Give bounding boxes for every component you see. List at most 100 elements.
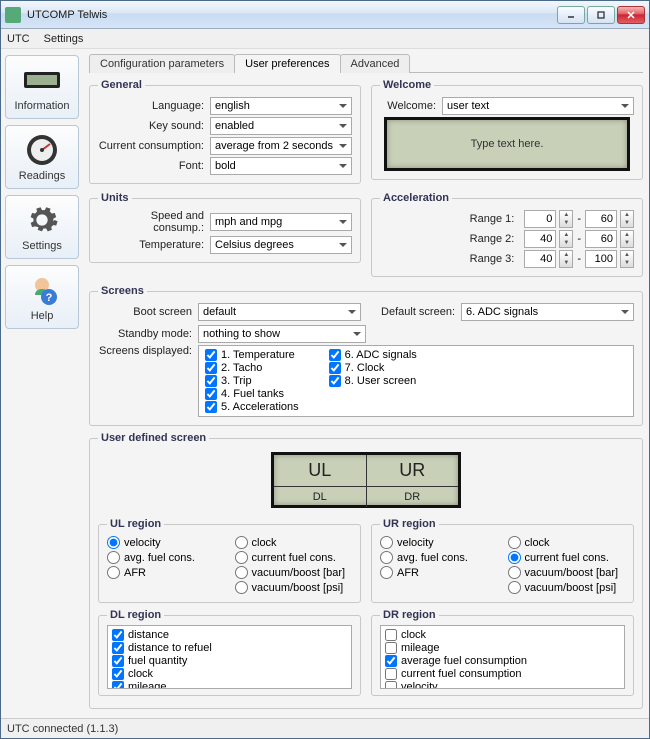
checkbox[interactable] [385, 655, 397, 667]
tab-config[interactable]: Configuration parameters [89, 54, 235, 73]
checkbox[interactable] [112, 642, 124, 654]
radio-option[interactable]: vacuum/boost [psi] [235, 581, 353, 594]
screen-display-item[interactable]: 3. Trip [205, 375, 299, 387]
checkbox[interactable] [385, 642, 397, 654]
range1-from[interactable]: ▲▼ [524, 210, 573, 228]
radio-option[interactable]: avg. fuel cons. [380, 551, 498, 564]
spinner-icon[interactable]: ▲▼ [559, 230, 573, 248]
radio-option[interactable]: velocity [380, 536, 498, 549]
temp-select[interactable]: Celsius degrees [210, 236, 352, 254]
radio[interactable] [235, 581, 248, 594]
checkbox[interactable] [205, 362, 217, 374]
radio[interactable] [380, 536, 393, 549]
screen-display-item[interactable]: 1. Temperature [205, 349, 299, 361]
spinner-icon[interactable]: ▲▼ [620, 230, 634, 248]
radio[interactable] [380, 551, 393, 564]
speed-select[interactable]: mph and mpg [210, 213, 352, 231]
radio[interactable] [107, 566, 120, 579]
radio[interactable] [107, 551, 120, 564]
list-item[interactable]: distance [112, 629, 347, 641]
spinner-icon[interactable]: ▲▼ [559, 250, 573, 268]
radio[interactable] [508, 566, 521, 579]
range3-to[interactable]: ▲▼ [585, 250, 634, 268]
spinner-icon[interactable]: ▲▼ [620, 210, 634, 228]
tab-userpref[interactable]: User preferences [234, 54, 340, 73]
radio[interactable] [235, 566, 248, 579]
radio[interactable] [107, 536, 120, 549]
checkbox[interactable] [329, 349, 341, 361]
sidebar-item-settings[interactable]: Settings [5, 195, 79, 259]
sidebar-item-help[interactable]: ? Help [5, 265, 79, 329]
radio-option[interactable]: vacuum/boost [bar] [508, 566, 626, 579]
screen-display-item[interactable]: 7. Clock [329, 362, 417, 374]
keysound-select[interactable]: enabled [210, 117, 352, 135]
welcome-select[interactable]: user text [442, 97, 634, 115]
screen-display-item[interactable]: 6. ADC signals [329, 349, 417, 361]
radio-option[interactable]: AFR [380, 566, 498, 579]
list-item[interactable]: velocity [385, 681, 620, 689]
range3-from[interactable]: ▲▼ [524, 250, 573, 268]
radio-option[interactable]: clock [508, 536, 626, 549]
menu-utc[interactable]: UTC [7, 33, 30, 45]
minimize-button[interactable] [557, 6, 585, 24]
menu-settings[interactable]: Settings [44, 33, 84, 45]
dl-listbox[interactable]: distancedistance to refuelfuel quantityc… [107, 625, 352, 689]
radio-option[interactable]: current fuel cons. [235, 551, 353, 564]
screen-display-item[interactable]: 2. Tacho [205, 362, 299, 374]
list-item[interactable]: current fuel consumption [385, 668, 620, 680]
maximize-button[interactable] [587, 6, 615, 24]
spinner-icon[interactable]: ▲▼ [620, 250, 634, 268]
radio[interactable] [380, 566, 393, 579]
checkbox[interactable] [112, 681, 124, 689]
sidebar-item-information[interactable]: Information [5, 55, 79, 119]
checkbox[interactable] [205, 349, 217, 361]
radio[interactable] [508, 551, 521, 564]
list-item[interactable]: distance to refuel [112, 642, 347, 654]
standby-select[interactable]: nothing to show [198, 325, 366, 343]
dr-listbox[interactable]: clockmileageaverage fuel consumptioncurr… [380, 625, 625, 689]
range2-to[interactable]: ▲▼ [585, 230, 634, 248]
language-select[interactable]: english [210, 97, 352, 115]
checkbox[interactable] [112, 668, 124, 680]
close-button[interactable] [617, 6, 645, 24]
radio-option[interactable]: velocity [107, 536, 225, 549]
list-item[interactable]: fuel quantity [112, 655, 347, 667]
radio-option[interactable]: vacuum/boost [bar] [235, 566, 353, 579]
curcons-select[interactable]: average from 2 seconds [210, 137, 352, 155]
radio[interactable] [235, 551, 248, 564]
radio-option[interactable]: AFR [107, 566, 225, 579]
list-item[interactable]: clock [385, 629, 620, 641]
range2-from[interactable]: ▲▼ [524, 230, 573, 248]
boot-select[interactable]: default [198, 303, 361, 321]
checkbox[interactable] [205, 401, 217, 413]
tab-advanced[interactable]: Advanced [340, 54, 411, 73]
screen-display-item[interactable]: 5. Accelerations [205, 401, 299, 413]
checkbox[interactable] [385, 629, 397, 641]
checkbox[interactable] [112, 629, 124, 641]
checkbox[interactable] [329, 362, 341, 374]
welcome-lcd[interactable]: Type text here. [384, 117, 630, 171]
checkbox[interactable] [385, 668, 397, 680]
radio-option[interactable]: vacuum/boost [psi] [508, 581, 626, 594]
list-item[interactable]: average fuel consumption [385, 655, 620, 667]
checkbox[interactable] [329, 375, 341, 387]
checkbox[interactable] [205, 388, 217, 400]
checkbox[interactable] [205, 375, 217, 387]
screen-display-item[interactable]: 4. Fuel tanks [205, 388, 299, 400]
checkbox[interactable] [112, 655, 124, 667]
radio-option[interactable]: clock [235, 536, 353, 549]
screen-display-item[interactable]: 8. User screen [329, 375, 417, 387]
radio[interactable] [235, 536, 248, 549]
radio[interactable] [508, 581, 521, 594]
font-select[interactable]: bold [210, 157, 352, 175]
list-item[interactable]: mileage [385, 642, 620, 654]
spinner-icon[interactable]: ▲▼ [559, 210, 573, 228]
radio-option[interactable]: avg. fuel cons. [107, 551, 225, 564]
list-item[interactable]: mileage [112, 681, 347, 689]
list-item[interactable]: clock [112, 668, 347, 680]
checkbox[interactable] [385, 681, 397, 689]
default-screen-select[interactable]: 6. ADC signals [461, 303, 634, 321]
range1-to[interactable]: ▲▼ [585, 210, 634, 228]
radio-option[interactable]: current fuel cons. [508, 551, 626, 564]
sidebar-item-readings[interactable]: Readings [5, 125, 79, 189]
